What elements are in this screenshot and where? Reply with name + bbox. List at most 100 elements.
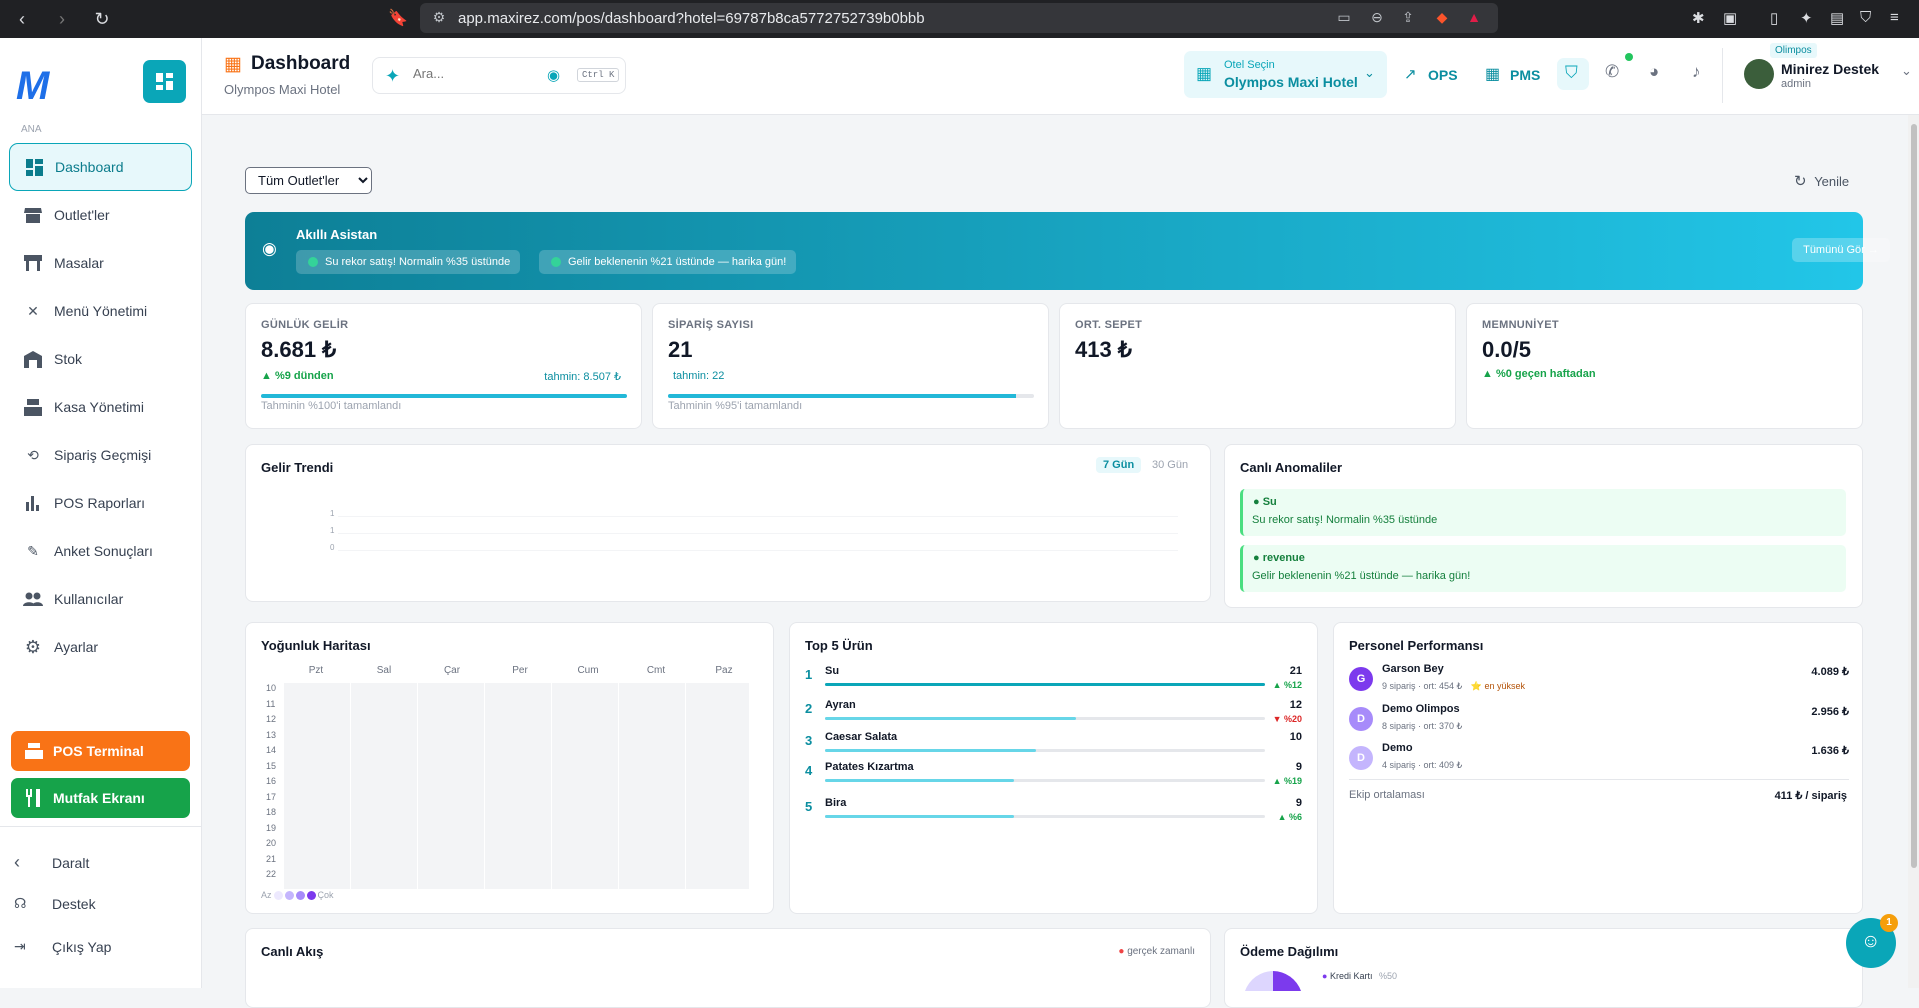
- outlet-select[interactable]: Tüm Outlet'ler: [245, 167, 372, 194]
- security-button[interactable]: ⛉: [1557, 58, 1589, 90]
- y-tick: 0: [330, 543, 335, 552]
- avatar: D: [1349, 746, 1373, 770]
- trend-icon: ↗: [1404, 66, 1417, 83]
- share-icon[interactable]: ⇪: [1399, 9, 1417, 27]
- brave-shield-icon[interactable]: ◆: [1433, 9, 1451, 27]
- pos-terminal-button[interactable]: POS Terminal: [11, 731, 190, 771]
- see-all-button[interactable]: Tümünü Gör →: [1792, 238, 1890, 262]
- divider: [1349, 779, 1849, 780]
- sidebar-item-cash[interactable]: Kasa Yönetimi: [9, 383, 192, 431]
- wallet-icon[interactable]: ▤: [1830, 9, 1844, 27]
- sidebar-item-outlets[interactable]: Outlet'ler: [9, 191, 192, 239]
- staff-row[interactable]: D Demo 4 sipariş · ort: 409 ₺ 1.636 ₺: [1349, 742, 1849, 778]
- sidebar-item-label: Menü Yönetimi: [54, 303, 148, 319]
- cash-register-icon: [25, 743, 47, 759]
- hotel-selector[interactable]: ▦ Otel Seçin Olympos Maxi Hotel ⌄: [1184, 51, 1387, 98]
- staff-row[interactable]: G Garson Bey 9 sipariş · ort: 454 ₺ ⭐ en y…: [1349, 663, 1849, 699]
- sidebar: M ANA Dashboard Outlet'ler Masalar ✕ Men…: [0, 38, 202, 988]
- product-share-bar: [825, 717, 1265, 720]
- survey-icon: ✎: [27, 542, 39, 559]
- headset-icon: ☊: [14, 895, 27, 911]
- anomaly-item[interactable]: ● revenue Gelir beklenenin %21 üstünde —…: [1240, 545, 1846, 592]
- cash-register-icon: ▦: [224, 54, 242, 75]
- scrollbar-thumb[interactable]: [1911, 124, 1917, 868]
- product-row[interactable]: 1 Su 21 ▲ %12: [805, 663, 1302, 693]
- bell-icon[interactable]: ♪: [1692, 62, 1701, 82]
- product-name: Bira: [825, 797, 847, 809]
- product-rank: 5: [805, 799, 813, 814]
- product-rank: 4: [805, 763, 813, 778]
- extensions-icon[interactable]: ✱: [1692, 9, 1705, 27]
- product-name: Ayran: [825, 699, 856, 711]
- logout-button[interactable]: ⇥ Çıkış Yap: [14, 938, 111, 955]
- kitchen-screen-button[interactable]: Mutfak Ekranı: [11, 778, 190, 818]
- leo-icon[interactable]: ✦: [1800, 9, 1813, 27]
- robot-icon: ☺: [1861, 931, 1881, 952]
- product-rank: 2: [805, 701, 813, 716]
- product-row[interactable]: 5 Bira 9 ▲ %6: [805, 795, 1302, 825]
- sidebar-item-menu[interactable]: ✕ Menü Yönetimi: [9, 287, 192, 335]
- payment-distribution-card: Ödeme Dağılımı ● Kredi Kartı %50: [1224, 928, 1863, 1008]
- sidebar-item-dashboard[interactable]: Dashboard: [9, 143, 192, 191]
- address-bar[interactable]: ⚙ app.maxirez.com/pos/dashboard?hotel=69…: [420, 3, 1498, 33]
- store-icon: [22, 204, 44, 226]
- search-box[interactable]: ✦ ◉ Ctrl K: [372, 57, 626, 94]
- sidebar-item-users[interactable]: Kullanıcılar: [9, 575, 192, 623]
- site-info-icon[interactable]: ⚙: [430, 9, 448, 27]
- anomaly-item[interactable]: ● Su Su rekor satış! Normalin %35 üstünd…: [1240, 489, 1846, 536]
- assistant-chip[interactable]: Gelir beklenenin %21 üstünde — harika gü…: [539, 250, 797, 274]
- sidebar-item-label: Outlet'ler: [54, 207, 110, 223]
- sidebar-item-label: Masalar: [54, 255, 104, 271]
- sidebar-toggle-icon[interactable]: ▯: [1770, 9, 1778, 27]
- sidebar-item-tables[interactable]: Masalar: [9, 239, 192, 287]
- sidebar-item-surveys[interactable]: ✎ Anket Sonuçları: [9, 527, 192, 575]
- search-input[interactable]: [413, 66, 533, 81]
- app-logo[interactable]: M: [16, 64, 49, 109]
- support-link[interactable]: ☊ Destek: [14, 895, 96, 912]
- table-icon: [22, 252, 44, 274]
- page-title: Dashboard: [251, 53, 351, 74]
- avatar: D: [1349, 707, 1373, 731]
- range-7-days-button[interactable]: 7 Gün: [1096, 457, 1142, 473]
- reader-icon[interactable]: ▣: [1723, 9, 1737, 27]
- back-icon[interactable]: ‹: [12, 9, 32, 30]
- staff-row[interactable]: D Demo Olimpos 8 sipariş · ort: 370 ₺ 2.95…: [1349, 703, 1849, 739]
- utensils-icon: ✕: [27, 302, 39, 319]
- refresh-button[interactable]: ↻ Yenile: [1794, 172, 1849, 190]
- live-flow-card: Canlı Akış ● gerçek zamanlı: [245, 928, 1211, 1008]
- url-text: app.maxirez.com/pos/dashboard?hotel=6978…: [458, 9, 925, 27]
- cast-icon[interactable]: ▭: [1335, 9, 1353, 27]
- product-row[interactable]: 3 Caesar Salata 10: [805, 729, 1302, 759]
- zoom-icon[interactable]: ⊖: [1368, 9, 1386, 27]
- palette-icon[interactable]: ◕: [1649, 62, 1659, 82]
- assistant-chat-button[interactable]: ☺ 1: [1846, 914, 1898, 968]
- product-name: Su: [825, 665, 840, 677]
- ops-button[interactable]: OPS: [1428, 67, 1458, 83]
- building-icon: ▦: [1196, 64, 1213, 83]
- range-30-days-button[interactable]: 30 Gün: [1145, 457, 1195, 473]
- phone-icon[interactable]: ✆: [1605, 62, 1619, 82]
- sparkle-icon: ✦: [385, 66, 401, 86]
- bookmark-icon[interactable]: 🔖: [388, 8, 408, 28]
- brave-rewards-icon[interactable]: ▲: [1465, 9, 1483, 27]
- sidebar-item-pos-reports[interactable]: POS Raporları: [9, 479, 192, 527]
- sidebar-item-order-history[interactable]: ⟲ Sipariş Geçmişi: [9, 431, 192, 479]
- pms-button[interactable]: PMS: [1510, 67, 1540, 83]
- reload-icon[interactable]: ↻: [92, 9, 112, 30]
- vpn-icon[interactable]: ⛉: [1860, 9, 1871, 26]
- top-header: ▦ Dashboard Olympos Maxi Hotel ✦ ◉ Ctrl …: [202, 38, 1919, 115]
- product-row[interactable]: 4 Patates Kızartma 9 ▲ %19: [805, 759, 1302, 789]
- apps-grid-button[interactable]: [143, 60, 186, 103]
- top-products-card: Top 5 Ürün 1 Su 21 ▲ %12 2 Ayran 12 ▼ %20 3 Caesa…: [789, 622, 1318, 914]
- sidebar-item-settings[interactable]: ⚙ Ayarlar: [9, 623, 192, 671]
- product-row[interactable]: 2 Ayran 12 ▼ %20: [805, 697, 1302, 727]
- forward-icon[interactable]: ›: [52, 9, 72, 30]
- menu-icon[interactable]: ≡: [1890, 9, 1899, 26]
- page-subtitle: Olympos Maxi Hotel: [224, 82, 341, 97]
- sidebar-item-stock[interactable]: Stok: [9, 335, 192, 383]
- collapse-sidebar-button[interactable]: ‹ Daralt: [14, 852, 89, 873]
- chart-gridline: [338, 550, 1178, 551]
- product-share-bar: [825, 749, 1265, 752]
- assistant-chip[interactable]: Su rekor satış! Normalin %35 üstünde: [296, 250, 521, 274]
- tenant-badge: Olimpos: [1770, 43, 1817, 58]
